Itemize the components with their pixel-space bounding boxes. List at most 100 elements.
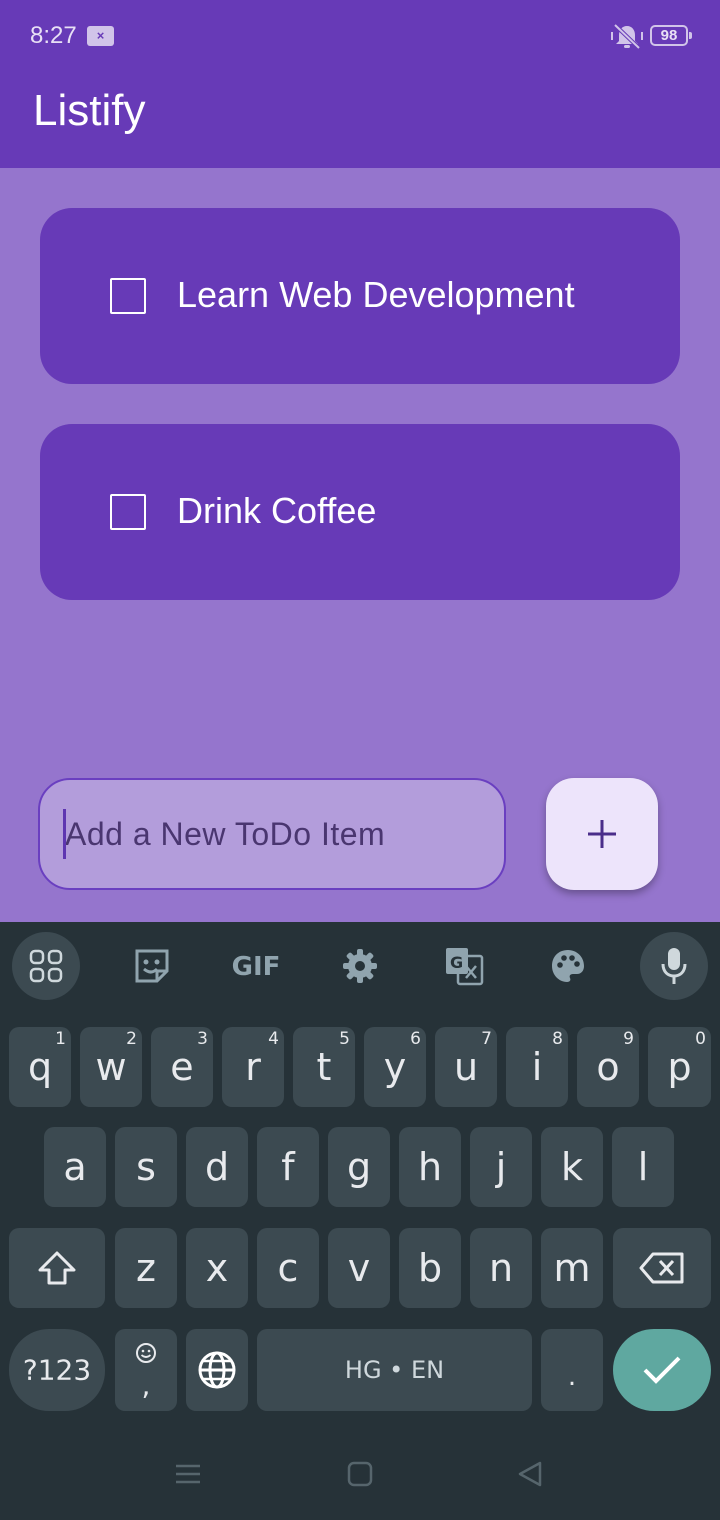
space-key[interactable]: HG • EN xyxy=(257,1329,532,1411)
key-a[interactable]: a xyxy=(44,1127,106,1207)
key-label: m xyxy=(553,1246,591,1290)
todo-label: Drink Coffee xyxy=(177,490,377,531)
backspace-icon xyxy=(639,1252,684,1284)
input-placeholder: Add a New ToDo Item xyxy=(65,816,386,852)
key-v[interactable]: v xyxy=(328,1228,390,1308)
key-g[interactable]: g xyxy=(328,1127,390,1207)
key-z[interactable]: z xyxy=(115,1228,177,1308)
back-icon[interactable] xyxy=(516,1460,546,1490)
key-label: a xyxy=(63,1145,87,1189)
key-label: z xyxy=(136,1246,156,1290)
key-label: q xyxy=(27,1045,53,1089)
key-j[interactable]: j xyxy=(470,1127,532,1207)
key-hint-label: 8 xyxy=(552,1029,563,1049)
emoji-comma-key[interactable]: , xyxy=(115,1329,177,1411)
key-hint-label: 1 xyxy=(55,1029,66,1049)
key-p[interactable]: p0 xyxy=(648,1027,711,1107)
key-label: n xyxy=(488,1246,514,1290)
vibrate-mute-icon xyxy=(610,22,644,50)
key-label: e xyxy=(170,1045,194,1089)
mic-icon[interactable] xyxy=(640,932,708,1000)
key-c[interactable]: c xyxy=(257,1228,319,1308)
notification-icon: × xyxy=(87,26,114,46)
key-o[interactable]: o9 xyxy=(577,1027,639,1107)
symbols-key[interactable]: ?123 xyxy=(9,1329,105,1411)
recents-icon[interactable] xyxy=(174,1460,204,1490)
key-hint-label: 0 xyxy=(695,1029,706,1049)
key-label: p xyxy=(667,1045,692,1089)
key-e[interactable]: e3 xyxy=(151,1027,213,1107)
key-f[interactable]: f xyxy=(257,1127,319,1207)
key-label: l xyxy=(637,1145,649,1189)
battery-indicator: 98 xyxy=(650,25,692,46)
palette-icon[interactable] xyxy=(534,932,602,1000)
shift-icon xyxy=(38,1251,76,1285)
key-x[interactable]: x xyxy=(186,1228,248,1308)
key-m[interactable]: m xyxy=(541,1228,603,1308)
status-time: 8:27 xyxy=(30,22,77,49)
key-u[interactable]: u7 xyxy=(435,1027,497,1107)
key-i[interactable]: i8 xyxy=(506,1027,568,1107)
backspace-key[interactable] xyxy=(613,1228,711,1308)
home-icon[interactable] xyxy=(346,1460,376,1490)
key-n[interactable]: n xyxy=(470,1228,532,1308)
key-hint-label: 6 xyxy=(410,1029,421,1049)
key-b[interactable]: b xyxy=(399,1228,461,1308)
key-label: d xyxy=(204,1145,230,1189)
key-y[interactable]: y6 xyxy=(364,1027,426,1107)
key-label: w xyxy=(95,1045,127,1089)
translate-icon[interactable]: G xyxy=(430,932,498,1000)
period-key[interactable]: . xyxy=(541,1329,603,1411)
key-k[interactable]: k xyxy=(541,1127,603,1207)
key-label: g xyxy=(346,1145,372,1189)
key-label: o xyxy=(596,1045,620,1089)
sticker-icon[interactable] xyxy=(118,932,186,1000)
comma-label: , xyxy=(141,1369,151,1402)
key-hint-label: 5 xyxy=(339,1029,350,1049)
add-todo-button[interactable] xyxy=(546,778,658,890)
gif-label: GIF xyxy=(231,952,281,982)
key-label: v xyxy=(347,1246,371,1290)
gif-icon[interactable]: GIF xyxy=(222,932,290,1000)
key-label: b xyxy=(417,1246,443,1290)
settings-icon[interactable] xyxy=(326,932,394,1000)
key-r[interactable]: r4 xyxy=(222,1027,284,1107)
todo-checkbox[interactable] xyxy=(110,278,146,314)
key-label: u xyxy=(453,1045,479,1089)
done-key[interactable] xyxy=(613,1329,711,1411)
shift-key[interactable] xyxy=(9,1228,105,1308)
app-bar: Listify xyxy=(0,72,720,168)
key-label: r xyxy=(245,1045,261,1089)
key-w[interactable]: w2 xyxy=(80,1027,142,1107)
checkmark-icon xyxy=(643,1356,681,1384)
todo-checkbox[interactable] xyxy=(110,494,146,530)
key-q[interactable]: q1 xyxy=(9,1027,71,1107)
key-label: HG • EN xyxy=(344,1356,445,1384)
key-label: h xyxy=(417,1145,443,1189)
todo-item[interactable]: Learn Web Development xyxy=(40,208,680,384)
key-label: . xyxy=(567,1361,577,1392)
todo-label: Learn Web Development xyxy=(177,274,575,315)
key-label: k xyxy=(560,1145,583,1189)
key-label: c xyxy=(277,1246,299,1290)
plus-icon xyxy=(588,820,616,848)
key-s[interactable]: s xyxy=(115,1127,177,1207)
key-h[interactable]: h xyxy=(399,1127,461,1207)
new-todo-input[interactable]: Add a New ToDo Item xyxy=(38,778,506,890)
language-key[interactable] xyxy=(186,1329,248,1411)
key-hint-label: 9 xyxy=(623,1029,634,1049)
system-nav-bar xyxy=(0,1430,720,1520)
key-hint-label: 2 xyxy=(126,1029,137,1049)
svg-text:G: G xyxy=(450,953,463,972)
key-label: x xyxy=(205,1246,229,1290)
key-t[interactable]: t5 xyxy=(293,1027,355,1107)
key-hint-label: 3 xyxy=(197,1029,208,1049)
apps-grid-icon[interactable] xyxy=(12,932,80,1000)
key-label: i xyxy=(531,1045,543,1089)
todo-item[interactable]: Drink Coffee xyxy=(40,424,680,600)
key-l[interactable]: l xyxy=(612,1127,674,1207)
emoji-icon xyxy=(136,1343,156,1363)
key-d[interactable]: d xyxy=(186,1127,248,1207)
key-label: t xyxy=(316,1045,332,1089)
key-label: j xyxy=(495,1145,507,1189)
